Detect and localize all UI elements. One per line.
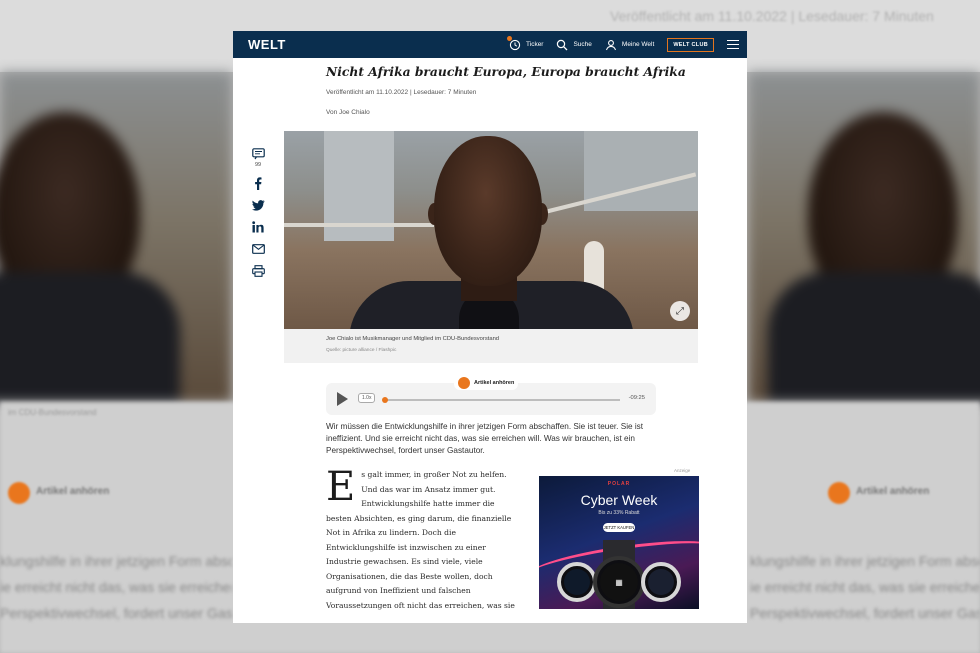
bg-text-line: ie erreicht nicht das, was sie erreichen <box>750 579 980 595</box>
bg-text-right: klungshilfe in ihrer jetzigen Form absch… <box>750 548 980 626</box>
ticker-label: Ticker <box>526 41 544 48</box>
bg-text-line: ie erreicht nicht das, was sie erreichen <box>0 579 232 595</box>
print-icon[interactable] <box>251 264 265 278</box>
account-button[interactable]: Meine Welt <box>605 39 654 51</box>
caption-source: Quelle: picture alliance / Flashpic <box>326 348 397 353</box>
advertisement[interactable]: POLAR Cyber Week Bis zu 33% Rabatt JETZT… <box>539 476 699 609</box>
bg-audio-label-left: Artikel anhören <box>36 486 110 497</box>
play-icon[interactable] <box>337 392 348 406</box>
ad-title: Cyber Week <box>580 492 658 508</box>
article-author[interactable]: Von Joe Chialo <box>326 109 370 116</box>
twitter-icon[interactable] <box>251 198 265 212</box>
bg-photo-right <box>748 72 980 402</box>
bg-body-right <box>768 272 980 402</box>
clock-icon <box>507 35 521 51</box>
ticker-button[interactable]: Ticker <box>507 35 544 51</box>
user-icon <box>605 39 617 51</box>
ad-brand: POLAR <box>607 481 631 487</box>
bg-text-line: Perspektivwechsel, fordert unser Gastaut… <box>750 605 980 621</box>
bg-photo-left <box>0 72 232 402</box>
search-icon <box>556 39 568 51</box>
ad-subtitle: Bis zu 33% Rabatt <box>598 510 640 516</box>
article-meta: Veröffentlicht am 11.10.2022 | Lesedauer… <box>326 89 477 96</box>
welt-logo[interactable]: WELT <box>248 37 286 52</box>
search-label: Suche <box>573 41 592 48</box>
account-label: Meine Welt <box>621 41 655 48</box>
bg-text-line: Perspektivwechsel, fordert unser Gastaut… <box>0 605 232 621</box>
watch-right <box>641 562 681 602</box>
article-teaser: Wir müssen die Entwicklungshilfe in ihre… <box>326 422 644 455</box>
top-navbar: WELT Ticker Suche Meine Welt WELT CLUB <box>233 31 747 58</box>
progress-track[interactable] <box>384 399 620 401</box>
nav-actions: Ticker Suche Meine Welt WELT CLUB <box>507 35 739 52</box>
listen-label: Artikel anhören <box>474 380 515 386</box>
welt-club-button[interactable]: WELT CLUB <box>667 37 714 52</box>
speed-button[interactable]: 1.0x <box>358 393 376 403</box>
comment-icon[interactable] <box>251 147 265 161</box>
ticker-alert-dot <box>507 35 513 41</box>
mail-icon[interactable] <box>251 242 265 256</box>
bg-body-left <box>0 272 180 402</box>
bg-text-left: klungshilfe in ihrer jetzigen Form absch… <box>0 548 232 626</box>
bg-top-text: Veröffentlicht am 11.10.2022 | Lesedauer… <box>610 8 934 24</box>
facebook-icon[interactable] <box>251 176 265 190</box>
ad-cta-button[interactable]: JETZT KAUFEN <box>603 523 635 532</box>
article-headline: Nicht Afrika braucht Europa, Europa brau… <box>326 64 686 79</box>
caption-text: Joe Chialo ist Musikmanager und Mitglied… <box>326 336 500 342</box>
menu-icon[interactable] <box>727 40 739 49</box>
search-button[interactable]: Suche <box>556 39 592 51</box>
bg-text-line: klungshilfe in ihrer jetzigen Form absch… <box>750 553 980 569</box>
article-card: WELT Ticker Suche Meine Welt WELT CLUB N… <box>233 31 747 623</box>
bg-text-line: klungshilfe in ihrer jetzigen Form absch… <box>0 553 232 569</box>
remaining-time: -09:25 <box>628 395 645 401</box>
photo-caption: Joe Chialo ist Musikmanager und Mitglied… <box>326 336 499 353</box>
bg-caption: im CDU-Bundesvorstand <box>8 408 97 417</box>
bg-orange-dot-left <box>8 482 30 504</box>
comment-count: 99 <box>254 162 262 168</box>
watch-left <box>557 562 597 602</box>
expand-icon[interactable]: ⤢ <box>670 301 690 321</box>
photo-head <box>434 136 542 286</box>
photo-railing <box>284 223 434 227</box>
share-bar: 99 <box>249 147 267 286</box>
bg-orange-dot-right <box>828 482 850 504</box>
linkedin-icon[interactable] <box>251 220 265 234</box>
ad-label: Anzeige <box>674 468 691 473</box>
article-body: E s galt immer, in großer Not zu helfen.… <box>326 464 522 613</box>
listen-button[interactable]: Artikel anhören <box>454 376 519 390</box>
audio-player: Artikel anhören 1.0x -09:25 <box>326 376 656 415</box>
watch-center: ▦ <box>593 556 645 608</box>
dropcap: E <box>326 464 356 510</box>
progress-knob[interactable] <box>382 396 388 403</box>
bg-audio-label-right: Artikel anhören <box>856 486 930 497</box>
headphones-icon <box>458 377 470 389</box>
article-photo[interactable]: ⤢ <box>284 131 698 329</box>
